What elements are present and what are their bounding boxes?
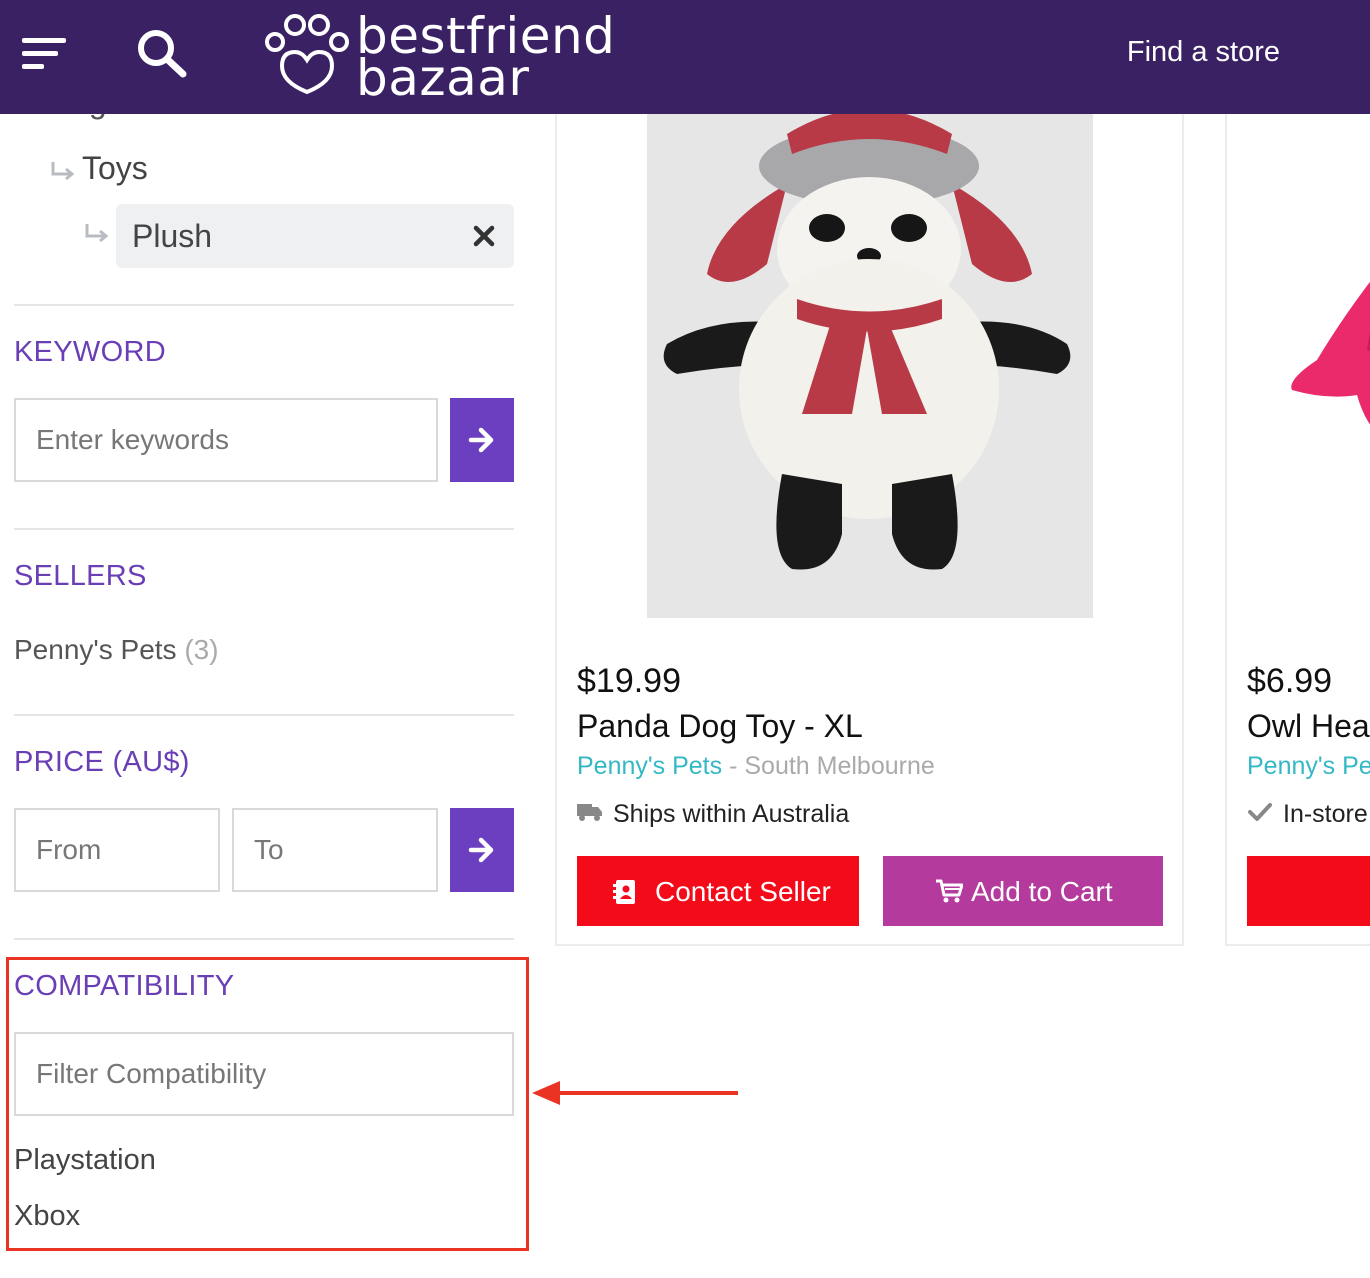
keyword-search-button[interactable] [450, 398, 514, 482]
product-seller-link[interactable]: Penny's Pets [577, 752, 722, 780]
search-icon[interactable] [136, 28, 188, 78]
compatibility-option-playstation[interactable]: Playstation [14, 1144, 156, 1177]
section-divider [14, 714, 514, 716]
sellers-section-title: SELLERS [14, 560, 147, 592]
subcategory-arrow-icon [84, 222, 110, 244]
product-price: $6.99 [1247, 662, 1333, 700]
contact-seller-button[interactable] [1247, 856, 1370, 926]
product-card: $6.99 Owl Hea Penny's Pet In-store [1225, 110, 1370, 946]
subcategory-arrow-icon [50, 160, 76, 182]
keyword-input[interactable] [14, 398, 438, 482]
contact-book-icon [613, 880, 635, 904]
product-seller-location: - South Melbourne [729, 752, 935, 780]
price-to-input[interactable] [232, 808, 438, 892]
product-image[interactable] [1247, 110, 1370, 618]
product-image[interactable] [647, 114, 1093, 618]
price-section-title: PRICE (AU$) [14, 746, 190, 778]
contact-seller-label: Contact Seller [655, 876, 831, 907]
active-category-label: Plush [132, 218, 213, 254]
pickup-info: In-store [1247, 800, 1370, 830]
section-divider [14, 528, 514, 530]
add-to-cart-button[interactable]: Add to Cart [883, 856, 1163, 926]
product-seller-link[interactable]: Penny's Pet [1247, 752, 1370, 780]
product-price: $19.99 [577, 662, 681, 700]
truck-icon [577, 804, 602, 821]
product-seller-info: Penny's Pets - South Melbourne [577, 752, 935, 781]
pickup-text: In-store [1283, 800, 1368, 828]
logo-text-line2: bazaar [356, 49, 530, 107]
check-icon [1248, 803, 1272, 821]
product-name-link[interactable]: Panda Dog Toy - XL [577, 708, 863, 745]
contact-seller-button[interactable]: Contact Seller [577, 856, 859, 926]
cart-icon [936, 879, 963, 903]
category-toys[interactable]: Toys [82, 150, 148, 187]
compatibility-section-title: COMPATIBILITY [14, 970, 235, 1002]
price-filter-button[interactable] [450, 808, 514, 892]
shipping-info: Ships within Australia [577, 800, 897, 830]
panda-toy-image [647, 114, 1093, 618]
remove-category-close-icon[interactable] [472, 224, 496, 248]
category-toys-label: Toys [82, 150, 148, 186]
section-divider [14, 938, 514, 940]
active-category-plush: Plush [116, 204, 514, 268]
compatibility-filter-input[interactable] [14, 1032, 514, 1116]
compatibility-option-xbox[interactable]: Xbox [14, 1200, 80, 1233]
arrow-right-icon [468, 427, 494, 453]
arrow-right-icon [468, 837, 494, 863]
product-name-link[interactable]: Owl Hea [1247, 708, 1370, 745]
product-seller-info: Penny's Pet [1247, 752, 1370, 781]
seller-name: Penny's Pets [14, 634, 177, 665]
section-divider [14, 304, 514, 306]
site-header: bestfriend bazaar Find a store [0, 0, 1370, 114]
keyword-section-title: KEYWORD [14, 336, 166, 368]
hamburger-menu-icon[interactable] [22, 38, 68, 72]
seller-filter-item[interactable]: Penny's Pets (3) [14, 634, 219, 666]
filter-sidebar: Dogs Toys Plush KEYWORD SELLERS Penny's … [0, 0, 530, 1278]
site-logo[interactable]: bestfriend bazaar [262, 8, 622, 106]
annotation-arrow-icon [532, 1081, 738, 1105]
seller-count: (3) [184, 634, 219, 665]
add-to-cart-label: Add to Cart [971, 876, 1113, 907]
paw-logo-icon [265, 14, 349, 95]
owl-toy-image [1291, 281, 1370, 425]
product-card: $19.99 Panda Dog Toy - XL Penny's Pets -… [555, 110, 1184, 946]
price-from-input[interactable] [14, 808, 220, 892]
find-store-link[interactable]: Find a store [1127, 36, 1280, 69]
shipping-text: Ships within Australia [613, 800, 850, 828]
